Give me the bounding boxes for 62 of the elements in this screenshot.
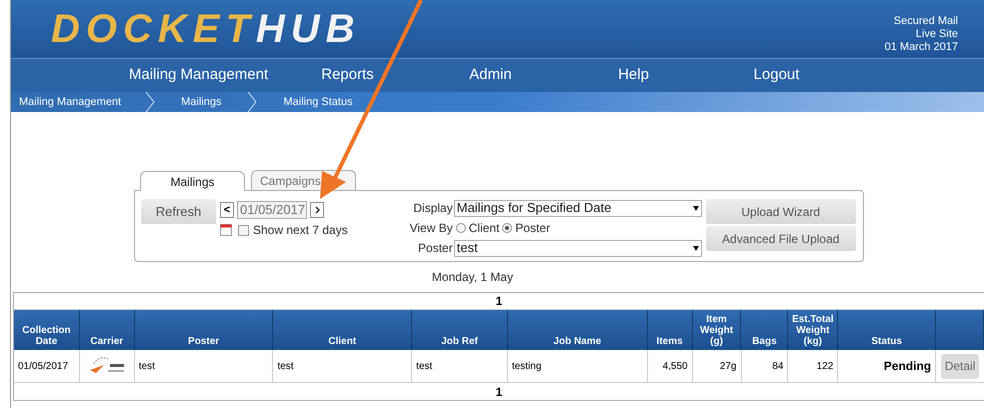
header-info-text: Secured Mail [894,14,958,28]
header-info-text: Live Site [916,28,958,40]
table-cell: 01/05/2017 [14,350,80,382]
column-header: Carrier [80,310,135,350]
column-header: Collection Date [14,310,80,350]
breadcrumb-link[interactable]: Mailings [155,94,248,110]
logo-text: HUB [256,9,361,49]
previous-date-button[interactable]: < [220,202,234,218]
detail-button[interactable]: Detail [940,354,980,378]
table-cell: 84 [742,350,788,382]
breadcrumb-link[interactable]: Mailing Status [257,94,379,110]
column-header: Poster [134,310,274,350]
calendar-icon[interactable] [220,224,232,236]
refresh-button[interactable]: Refresh [141,199,216,224]
nav-link[interactable]: Help [562,64,705,87]
column-header: Bags [741,310,788,350]
checkbox[interactable] [238,224,249,236]
next-date-button[interactable] [310,202,324,218]
radio-label: Client [468,220,500,237]
breadcrumb-link[interactable]: Mailing Management [11,94,146,110]
table-cell: 27g [692,350,742,382]
column-header: Est.Total Weight (kg) [788,310,838,350]
column-header: Item Weight (g) [692,310,742,350]
header-info-text: 01 March 2017 [884,40,958,54]
field-label: Poster [417,240,453,257]
upload-button[interactable]: Upload Wizard [706,199,856,224]
chevron-icon [145,92,156,112]
table-cell: test [273,350,412,382]
table-cell: 122 [788,350,838,382]
upload-button[interactable]: Advanced File Upload [706,226,856,251]
column-header: Items [648,310,693,350]
field-label: View By [408,220,453,237]
logo-text: DOCKET [51,9,256,49]
dropdown-field[interactable]: Mailings for Specified Date [454,200,702,216]
table-cell: test [412,350,508,382]
nav-link[interactable]: Mailing Management [121,64,276,87]
date-field[interactable]: 01/05/2017 [237,201,307,219]
tab[interactable]: Mailings [140,171,245,191]
dropdown-caret-icon [692,246,699,250]
chevron-icon [247,92,258,112]
dropdown-caret-icon [692,206,699,210]
column-header: Status [838,310,936,350]
column-header: Job Name [508,310,648,350]
column-header: Job Ref [412,310,508,350]
table-cell: 4,550 [648,350,693,382]
page-number[interactable]: 1 [496,382,502,400]
table-cell: Pending [838,350,936,382]
chevron-icon [314,206,320,214]
column-header: Client [273,310,412,350]
field-label: Display [412,200,453,217]
table-cell: test [134,350,274,382]
nav-link[interactable]: Logout [705,64,848,87]
nav-link[interactable]: Reports [276,64,419,87]
nav-link[interactable]: Admin [419,64,562,87]
day-label: Monday, 1 May [432,269,514,286]
dropdown-field[interactable]: test [454,240,702,256]
radio-button[interactable] [456,223,466,233]
radio-button[interactable] [502,223,512,233]
checkbox-label: Show next 7 days [253,222,348,239]
radio-label: Poster [515,220,550,237]
table-cell: testing [508,350,648,382]
page-number[interactable]: 1 [496,292,502,310]
